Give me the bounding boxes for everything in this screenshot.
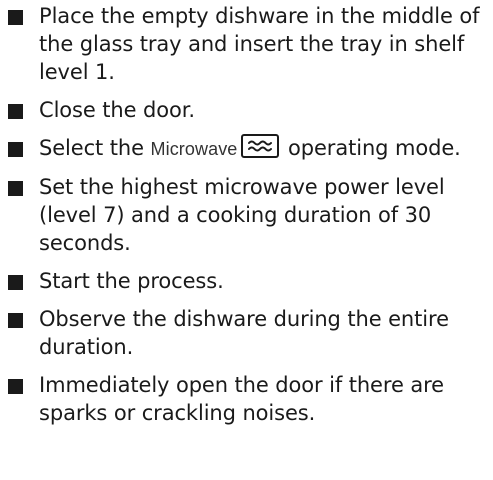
square-bullet-icon — [8, 275, 23, 290]
square-bullet-icon — [8, 313, 23, 328]
step-text: Set the highest microwave power level (l… — [39, 175, 445, 255]
microwave-waves-icon — [241, 134, 280, 158]
square-bullet-icon — [8, 10, 23, 25]
step-text-suffix: operating mode. — [281, 136, 461, 160]
step-text: Immediately open the door if there are s… — [39, 373, 445, 425]
step-text: Observe the dishware during the entire d… — [39, 307, 449, 359]
instruction-step: Select the Microwave operating mode. — [0, 134, 493, 163]
step-text: Start the process. — [39, 269, 224, 293]
step-text: Place the empty dishware in the middle o… — [39, 4, 480, 84]
instruction-step: Observe the dishware during the entire d… — [0, 305, 493, 361]
instruction-step: Close the door. — [0, 96, 493, 124]
instruction-step: Place the empty dishware in the middle o… — [0, 2, 493, 86]
operating-mode-name: Microwave — [150, 139, 238, 159]
instruction-list: Place the empty dishware in the middle o… — [0, 2, 493, 427]
square-bullet-icon — [8, 142, 23, 157]
step-text-prefix: Select the — [39, 136, 151, 160]
square-bullet-icon — [8, 104, 23, 119]
instruction-step: Set the highest microwave power level (l… — [0, 173, 493, 257]
instruction-step: Immediately open the door if there are s… — [0, 371, 493, 427]
instruction-step: Start the process. — [0, 267, 493, 295]
square-bullet-icon — [8, 181, 23, 196]
square-bullet-icon — [8, 379, 23, 394]
step-text: Close the door. — [39, 98, 195, 122]
